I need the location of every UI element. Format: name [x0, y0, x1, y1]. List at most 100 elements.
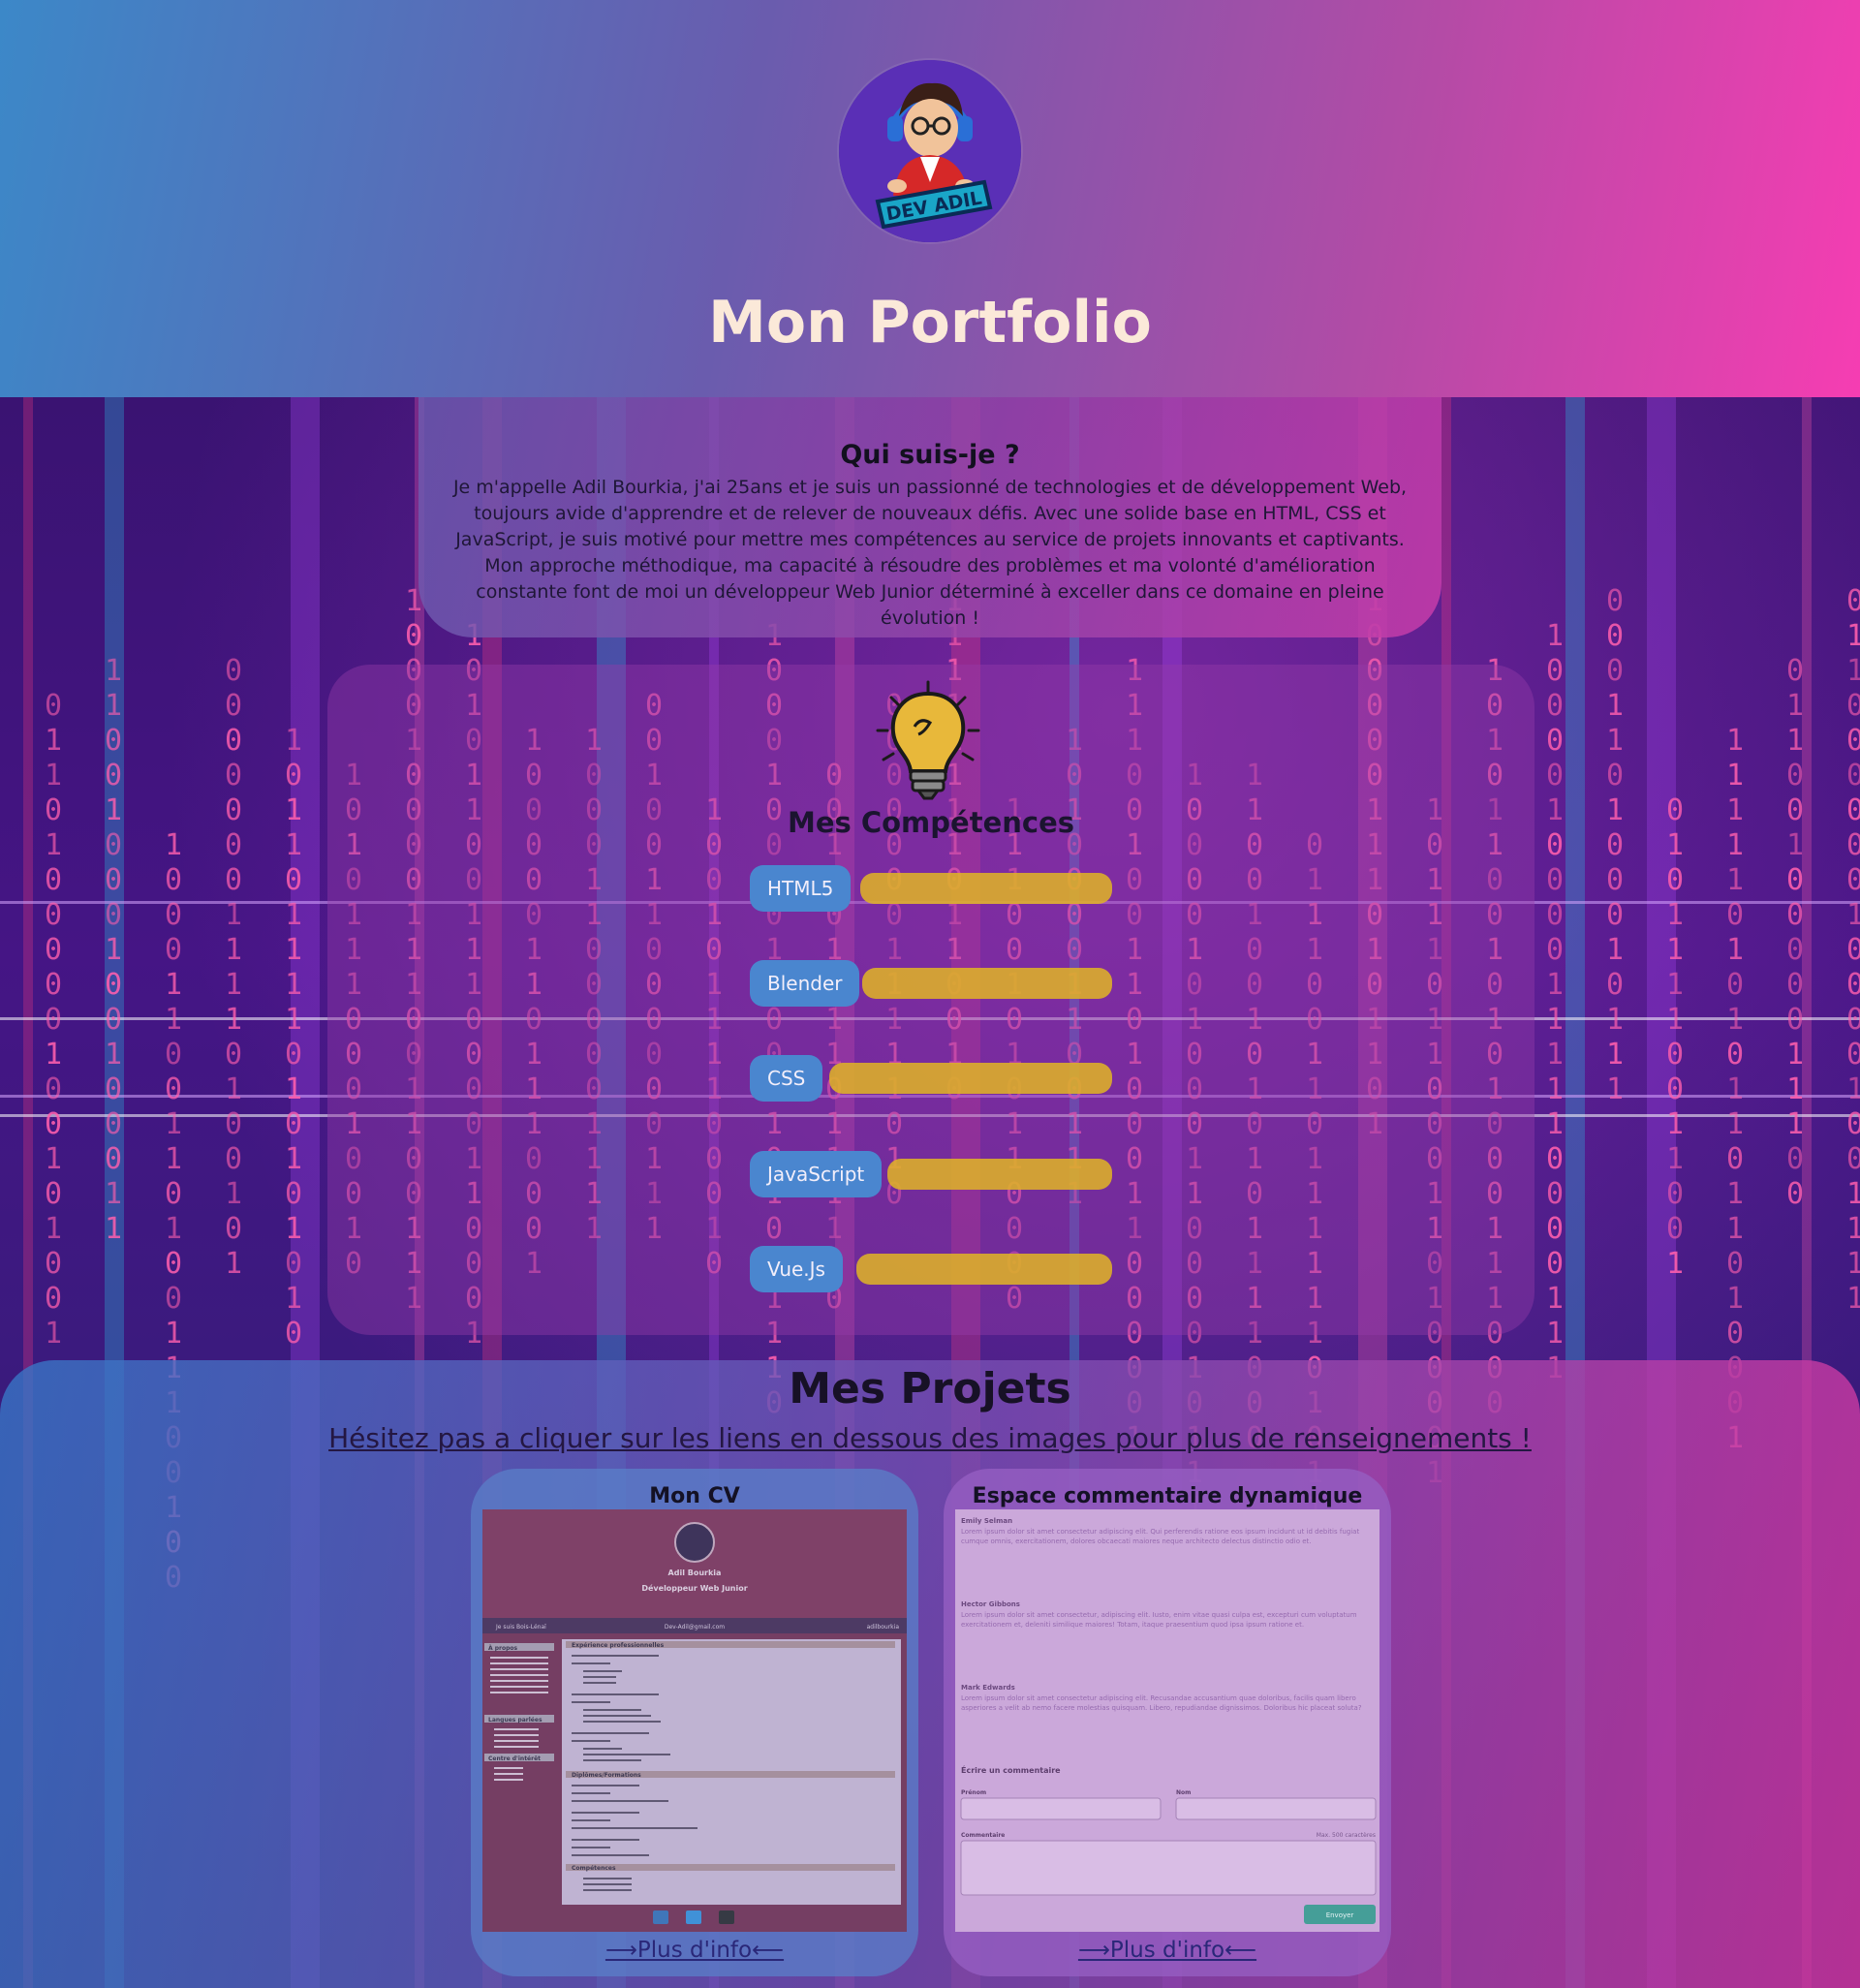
binary-digit: 1: [1606, 1038, 1624, 1072]
binary-digit: 0: [1786, 1003, 1804, 1037]
binary-digit: 1: [105, 1177, 122, 1211]
binary-digit: 1: [45, 724, 62, 758]
project-link-cv[interactable]: ⟶Plus d'info⟵: [471, 1938, 918, 1963]
binary-digit: 1: [1726, 759, 1744, 792]
about-paragraph-2: Mon approche méthodique, ma capacité à r…: [476, 555, 1384, 629]
binary-digit: 0: [1606, 863, 1624, 897]
binary-digit: 1: [1786, 724, 1804, 758]
binary-digit: 1: [1726, 1072, 1744, 1106]
binary-digit: 0: [1606, 828, 1624, 862]
binary-digit: 1: [225, 898, 242, 932]
binary-digit: 0: [1846, 759, 1860, 792]
project-card-comments: Espace commentaire dynamique Emily Selma…: [944, 1469, 1391, 1976]
binary-digit: 0: [1546, 898, 1564, 932]
binary-digit: 1: [45, 759, 62, 792]
binary-digit: 1: [285, 793, 302, 827]
binary-digit: 1: [1786, 828, 1804, 862]
page-title: Mon Portfolio: [708, 289, 1152, 357]
binary-digit: 0: [225, 828, 242, 862]
binary-digit: 1: [105, 793, 122, 827]
binary-digit: 0: [1606, 968, 1624, 1002]
binary-digit: 0: [225, 1142, 242, 1176]
binary-digit: 1: [285, 1003, 302, 1037]
lightbulb-icon: [876, 680, 980, 800]
binary-digit: 0: [165, 1038, 182, 1072]
binary-digit: 1: [225, 968, 242, 1002]
binary-digit: 1: [1546, 619, 1564, 653]
binary-digit: 1: [285, 898, 302, 932]
binary-digit: 0: [45, 933, 62, 967]
binary-digit: 0: [1546, 724, 1564, 758]
binary-digit: 0: [105, 759, 122, 792]
binary-digit: 0: [1726, 1247, 1744, 1281]
binary-digit: 0: [165, 1072, 182, 1106]
binary-digit: 1: [1726, 863, 1744, 897]
binary-digit: 1: [225, 1177, 242, 1211]
binary-digit: 1: [1546, 1317, 1564, 1351]
binary-digit: 0: [45, 968, 62, 1002]
binary-digit: 1: [1846, 619, 1860, 653]
binary-digit: 1: [165, 828, 182, 862]
project-title-comments: Espace commentaire dynamique: [972, 1484, 1363, 1508]
binary-digit: 1: [1666, 828, 1684, 862]
binary-digit: 1: [1546, 968, 1564, 1002]
binary-digit: 0: [1726, 968, 1744, 1002]
about-card: Qui suis-je ? Je m'appelle Adil Bourkia,…: [418, 397, 1442, 637]
binary-digit: 0: [225, 1107, 242, 1141]
binary-digit: 1: [105, 689, 122, 723]
binary-digit: 0: [1546, 828, 1564, 862]
binary-digit: 0: [105, 724, 122, 758]
binary-digit: 0: [165, 1282, 182, 1316]
binary-digit: 1: [165, 1003, 182, 1037]
binary-digit: 0: [45, 1247, 62, 1281]
binary-digit: 0: [1546, 689, 1564, 723]
binary-digit: 0: [225, 689, 242, 723]
skill-row-html5: HTML5: [750, 865, 1112, 912]
binary-digit: 0: [285, 1177, 302, 1211]
binary-digit: 0: [1546, 933, 1564, 967]
skill-label-blender: Blender: [750, 960, 860, 1007]
binary-digit: 0: [105, 1142, 122, 1176]
site-header: DEV ADIL Mon Portfolio: [0, 0, 1860, 397]
binary-digit: 0: [165, 933, 182, 967]
binary-digit: 1: [1786, 689, 1804, 723]
binary-digit: 1: [1786, 1072, 1804, 1106]
binary-digit: 0: [225, 863, 242, 897]
binary-digit: 0: [1786, 933, 1804, 967]
binary-digit: 0: [45, 898, 62, 932]
binary-digit: 1: [1606, 1072, 1624, 1106]
binary-digit: 1: [165, 1107, 182, 1141]
binary-digit: 1: [165, 1317, 182, 1351]
binary-digit: 1: [45, 1142, 62, 1176]
binary-digit: 0: [1786, 1177, 1804, 1211]
project-link-comments[interactable]: ⟶Plus d'info⟵: [944, 1938, 1391, 1963]
binary-digit: 0: [285, 1107, 302, 1141]
binary-digit: 1: [105, 654, 122, 688]
project-thumbnail-cv[interactable]: Adil Bourkia Développeur Web Junior Je s…: [482, 1509, 907, 1932]
binary-digit: 0: [1846, 1107, 1860, 1141]
binary-digit: 1: [1546, 1038, 1564, 1072]
binary-digit: 1: [285, 968, 302, 1002]
binary-digit: 1: [1726, 828, 1744, 862]
binary-digit: 0: [45, 1072, 62, 1106]
binary-digit: 0: [45, 863, 62, 897]
binary-digit: 0: [1666, 793, 1684, 827]
binary-digit: 1: [1606, 1003, 1624, 1037]
skill-row-blender: Blender: [750, 960, 1112, 1007]
binary-digit: 1: [225, 1072, 242, 1106]
binary-digit: 0: [1726, 1142, 1744, 1176]
binary-digit: 0: [1546, 863, 1564, 897]
binary-digit: 1: [1726, 1177, 1744, 1211]
binary-digit: 1: [285, 933, 302, 967]
skill-bar-blender: [862, 968, 1112, 999]
binary-digit: 0: [225, 793, 242, 827]
binary-digit: 0: [1666, 1212, 1684, 1246]
binary-digit: 0: [45, 1177, 62, 1211]
binary-digit: 1: [105, 1212, 122, 1246]
binary-digit: 1: [165, 1212, 182, 1246]
binary-digit: 1: [285, 1282, 302, 1316]
binary-digit: 1: [285, 724, 302, 758]
binary-digit: 1: [1546, 793, 1564, 827]
binary-digit: 0: [285, 1038, 302, 1072]
project-thumbnail-comments[interactable]: Emily Selman Lorem ipsum dolor sit amet …: [955, 1509, 1380, 1932]
